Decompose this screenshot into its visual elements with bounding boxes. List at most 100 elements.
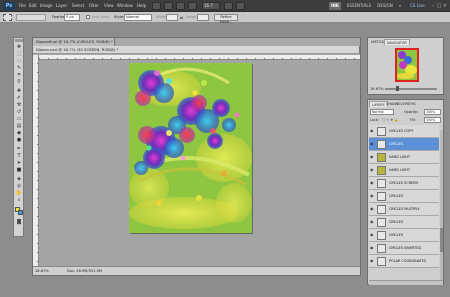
hand-tool-button[interactable] [188,2,197,10]
layers-footer-toolbar[interactable] [369,280,443,285]
menu-layer[interactable]: Layer [56,3,67,9]
layer-row[interactable]: ◉ HARD LIGHT [369,164,439,177]
menu-image[interactable]: Image [40,3,53,9]
extras-button[interactable] [176,2,185,10]
layers-scrollbar-thumb[interactable] [440,228,443,252]
layer-thumbnail [377,153,386,162]
healing-brush-tool-icon[interactable]: ✚ [15,88,23,94]
navigator-zoom-slider-handle[interactable] [396,86,399,91]
height-input[interactable] [197,14,209,21]
artwork-canvas[interactable] [129,63,252,233]
shape-tool-icon[interactable]: ■ [15,167,23,173]
blend-mode-select[interactable]: Normal [370,109,394,115]
layer-row[interactable]: ◉ CIRCLES SCREEN [369,177,439,190]
tools-panel-grip[interactable] [15,39,23,42]
hand-tool-icon[interactable]: ✋ [15,190,23,196]
workspace-design[interactable]: DESIGN [376,2,394,10]
layer-row[interactable]: ◉ POLAR COORDINATES [369,255,439,268]
refine-edge-button[interactable]: Refine Edge... [214,14,238,24]
path-selection-tool-icon[interactable]: ➤ [15,160,23,166]
pen-tool-icon[interactable]: ✒ [15,146,23,152]
navigator-zoom-slider[interactable] [385,88,437,90]
tab-navigator[interactable]: NAVIGATOR [384,39,410,45]
layer-row[interactable]: ◉ CIRCLES COPY [369,125,439,138]
arrange-documents-button[interactable] [224,2,233,10]
eraser-tool-icon[interactable]: ▭ [15,116,23,122]
screen-mode-button[interactable] [236,2,245,10]
history-brush-tool-icon[interactable]: ↺ [15,109,23,115]
marquee-tool-icon[interactable]: ⬚ [15,51,23,57]
dodge-tool-icon[interactable]: ● [15,137,23,143]
eyedropper-tool-icon[interactable]: ⚲ [15,79,23,85]
layer-row[interactable]: ◉ CIRCLES [369,216,439,229]
menu-edit[interactable]: Edit [29,3,37,9]
workspace-more-chevron-icon[interactable]: » [397,2,403,10]
type-tool-icon[interactable]: T [15,153,23,159]
menu-select[interactable]: Select [72,3,84,9]
selection-mode-icons[interactable] [16,14,46,21]
3d-orbit-tool-icon[interactable]: ◎ [15,183,23,189]
eye-icon[interactable]: ◉ [370,246,375,250]
eye-icon[interactable]: ◉ [370,168,375,172]
feather-input[interactable]: 0 px [64,14,80,21]
layer-row-selected[interactable]: ◉ CIRCLES [369,138,439,151]
document-tab-dioxonfinal[interactable]: Dioxonfinal @ 16.7% (CIRCLES, RGB/8) * [33,38,115,46]
gradient-tool-icon[interactable]: ▤ [15,123,23,129]
swap-icon[interactable]: ⇄ [180,15,183,20]
move-tool-icon[interactable]: ✥ [15,44,23,50]
width-input[interactable] [166,14,178,21]
eye-icon[interactable]: ◉ [370,207,375,211]
eye-icon[interactable]: ◉ [370,155,375,159]
navigator-thumbnail[interactable] [395,48,419,82]
menu-filter[interactable]: Filter [89,3,99,9]
minibridge-button[interactable] [164,2,173,10]
opacity-input[interactable]: 100% [424,109,441,115]
blur-tool-icon[interactable]: ◆ [15,130,23,136]
3d-rotate-tool-icon[interactable]: ◈ [15,176,23,182]
layer-name: CIRCLES MULTIPLY [389,207,420,211]
clone-stamp-tool-icon[interactable]: ⚒ [15,102,23,108]
layers-scrollbar[interactable] [440,130,443,280]
eye-icon[interactable]: ◉ [370,233,375,237]
layer-name: HARD LIGHT [389,155,411,159]
layer-name: CIRCLES COPY [389,129,414,133]
menu-file[interactable]: File [19,3,26,9]
layer-row[interactable]: ◉ CIRCLES [369,190,439,203]
zoom-tool-icon[interactable]: ⌕ [15,197,23,203]
cs-live-link[interactable]: CS Live [410,3,425,8]
layer-row[interactable]: ◉ CIRCLES [369,229,439,242]
style-select[interactable]: Normal [124,14,152,21]
menu-view[interactable]: View [104,3,114,9]
layer-row[interactable]: ◉ CIRCLES INVERTED [369,242,439,255]
eye-icon[interactable]: ◉ [370,220,375,224]
bridge-button[interactable] [152,2,161,10]
eye-icon[interactable]: ◉ [370,194,375,198]
navigator-zoom-value[interactable]: 16.67% [370,87,384,91]
quick-mask-icon[interactable]: ◙ [15,219,23,225]
menu-window[interactable]: Window [117,3,133,9]
lasso-tool-icon[interactable]: ◌ [15,58,23,64]
status-zoom[interactable]: 16.67% [35,267,49,275]
marquee-tool-preset-icon[interactable] [3,14,12,21]
menu-help[interactable]: Help [137,3,146,9]
brush-tool-icon[interactable]: ✐ [15,95,23,101]
antialias-checkbox[interactable] [86,15,90,19]
document-tab-dioxon[interactable]: Dioxon.psd @ 16.7% (30 SCREEN, RGB/8) * [33,46,360,54]
zoom-level-select[interactable]: 16.7 [202,2,220,10]
eye-icon[interactable]: ◉ [370,129,375,133]
close-icon[interactable]: × [442,3,448,9]
layer-row[interactable]: ◉ CIRCLES MULTIPLY [369,203,439,216]
layer-row[interactable]: ◉ HARD LIGHT [369,151,439,164]
eye-icon[interactable]: ◉ [370,142,375,146]
crop-tool-icon[interactable]: ⌗ [15,72,23,78]
background-color-swatch[interactable] [18,210,23,215]
eye-icon[interactable]: ◉ [370,259,375,263]
lock-icons[interactable]: ▢ ✎ ✥ 🔒 [382,117,398,123]
eye-icon[interactable]: ◉ [370,181,375,185]
workspace-essentials[interactable]: ESSENTIALS [345,2,373,10]
layers-panel: LAYERS CHANNELS PATHS Normal Opacity: 10… [367,99,444,285]
tab-paths[interactable]: PATHS [403,101,418,107]
fill-input[interactable]: 100% [424,117,441,123]
quick-selection-tool-icon[interactable]: ✎ [15,65,23,71]
workspace-ink[interactable]: INK [329,2,341,10]
